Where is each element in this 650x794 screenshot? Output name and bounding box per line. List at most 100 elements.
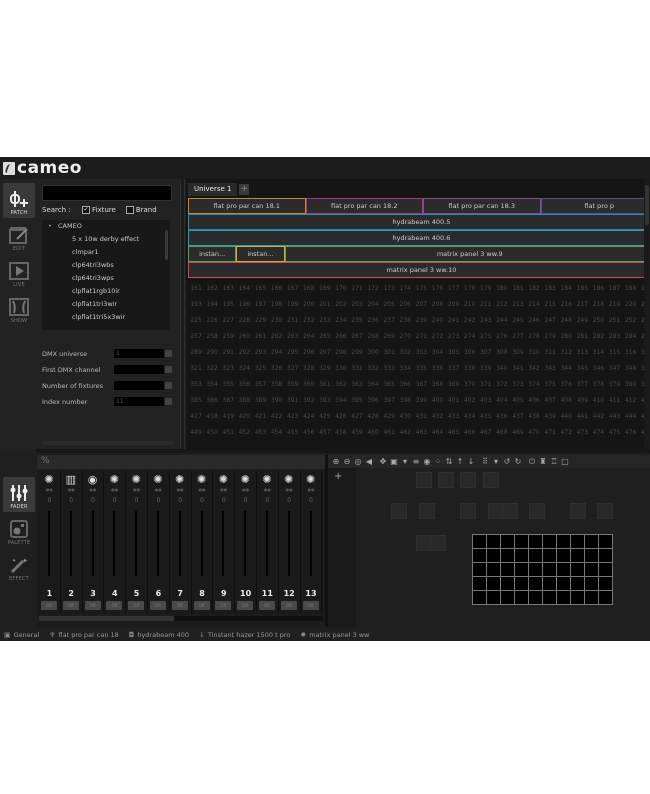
dmx-channel[interactable]: 450 [204, 425, 220, 441]
align-icon[interactable]: ⇅ [444, 457, 454, 467]
dmx-channel[interactable]: 354 [204, 377, 220, 393]
matrix-cell[interactable] [557, 577, 570, 590]
dmx-channel[interactable]: 237 [381, 313, 397, 329]
dmx-channel[interactable]: 358 [268, 377, 284, 393]
dmx-channel[interactable]: 451 [220, 425, 236, 441]
dmx-channel[interactable]: 465 [446, 425, 462, 441]
add-universe-button[interactable]: + [239, 184, 250, 195]
fader-slider[interactable] [200, 511, 203, 576]
matrix-cell[interactable] [599, 577, 612, 590]
fixture-block[interactable]: flat pro p [540, 198, 644, 214]
dmx-channel[interactable]: 268 [365, 329, 381, 345]
dmx-channel[interactable]: 370 [462, 377, 478, 393]
dmx-channel[interactable]: 203 [349, 297, 365, 313]
dmx-channel[interactable]: 455 [285, 425, 301, 441]
dmx-channel[interactable]: 376 [558, 377, 574, 393]
grid-icon[interactable]: ⠿ [480, 457, 490, 467]
dmx-channel[interactable]: 226 [204, 313, 220, 329]
dmx-channel[interactable]: 466 [462, 425, 478, 441]
circle-select-icon[interactable]: ◉ [422, 457, 432, 467]
off-button[interactable]: Off [62, 601, 79, 610]
dmx-channel[interactable]: 170 [333, 281, 349, 297]
stage-fixture[interactable] [419, 503, 435, 519]
off-button[interactable]: Off [149, 601, 166, 610]
dmx-channel[interactable]: 207 [413, 297, 429, 313]
dmx-channel[interactable]: 284 [623, 329, 639, 345]
dmx-channel[interactable]: 176 [429, 281, 445, 297]
matrix-cell[interactable] [487, 563, 500, 576]
dmx-channel[interactable]: 201 [317, 297, 333, 313]
dropdown2-icon[interactable]: ▾ [491, 457, 501, 467]
matrix-cell[interactable] [585, 535, 598, 548]
dmx-channel[interactable]: 440 [558, 409, 574, 425]
matrix-cell[interactable] [599, 549, 612, 562]
dmx-channel[interactable]: 386 [204, 393, 220, 409]
sidebar-item-effect[interactable]: ✦ ✦ EFFECT [3, 549, 35, 584]
dmx-channel[interactable]: 425 [317, 409, 333, 425]
off-button[interactable]: Off [84, 601, 101, 610]
dmx-channel[interactable]: 178 [462, 281, 478, 297]
dmx-channel[interactable]: 405 [510, 393, 526, 409]
dmx-channel[interactable]: 291 [220, 345, 236, 361]
dmx-channel[interactable]: 322 [204, 361, 220, 377]
dmx-channel[interactable]: 290 [204, 345, 220, 361]
dmx-channel[interactable]: 314 [590, 345, 606, 361]
list-icon[interactable]: ≡ [411, 457, 421, 467]
dmx-channel[interactable]: 398 [397, 393, 413, 409]
dmx-channel[interactable]: 315 [606, 345, 622, 361]
dmx-channel[interactable]: 339 [478, 361, 494, 377]
dmx-channel[interactable]: 459 [349, 425, 365, 441]
fixture-b-icon[interactable]: ♖ [549, 457, 559, 467]
off-button[interactable]: Off [302, 601, 319, 610]
dmx-channel[interactable]: 341 [510, 361, 526, 377]
dmx-channel[interactable]: 202 [333, 297, 349, 313]
matrix-cell[interactable] [473, 563, 486, 576]
dmx-channel[interactable]: 270 [397, 329, 413, 345]
dmx-channel[interactable]: 330 [333, 361, 349, 377]
off-button[interactable]: Off [237, 601, 254, 610]
dmx-channel[interactable]: 326 [268, 361, 284, 377]
matrix-cell[interactable] [557, 591, 570, 604]
dmx-channel[interactable]: 165 [252, 281, 268, 297]
dmx-channel[interactable]: 264 [301, 329, 317, 345]
matrix-cell[interactable] [487, 535, 500, 548]
matrix-cell[interactable] [571, 549, 584, 562]
dmx-channel[interactable]: 385 [188, 393, 204, 409]
dmx-channel[interactable]: 168 [301, 281, 317, 297]
percent-icon[interactable]: % [41, 456, 50, 466]
dmx-channel[interactable]: 449 [188, 425, 204, 441]
dmx-channel[interactable]: 187 [606, 281, 622, 297]
dmx-channel[interactable]: 469 [510, 425, 526, 441]
dmx-channel[interactable]: 162 [204, 281, 220, 297]
tree-item[interactable]: clp64tri3wps [42, 272, 170, 285]
matrix-cell[interactable] [529, 549, 542, 562]
dmx-channel[interactable]: 366 [397, 377, 413, 393]
dmx-channel[interactable]: 213 [510, 297, 526, 313]
dmx-channel[interactable]: 395 [349, 393, 365, 409]
dmx-channel[interactable]: 363 [349, 377, 365, 393]
dmx-channel[interactable]: 210 [462, 297, 478, 313]
dmx-channel[interactable]: 228 [236, 313, 252, 329]
dmx-channel[interactable]: 230 [268, 313, 284, 329]
matrix-cell[interactable] [571, 563, 584, 576]
dropdown-icon[interactable] [165, 382, 172, 389]
dmx-channel[interactable]: 361 [317, 377, 333, 393]
dmx-channel[interactable]: 205 [381, 297, 397, 313]
dmx-channel[interactable]: 275 [478, 329, 494, 345]
dmx-channel[interactable]: 378 [590, 377, 606, 393]
matrix-cell[interactable] [473, 549, 486, 562]
bottom-tab[interactable]: ◘ hydrabeam 400 [129, 631, 189, 639]
dmx-channel[interactable]: 279 [542, 329, 558, 345]
dmx-channel[interactable]: 428 [365, 409, 381, 425]
dmx-channel[interactable]: 438 [526, 409, 542, 425]
dmx-channel[interactable]: 304 [429, 345, 445, 361]
dmx-channel[interactable]: 436 [494, 409, 510, 425]
dmx-channel[interactable]: 316 [623, 345, 639, 361]
matrix-cell[interactable] [487, 591, 500, 604]
dmx-channel[interactable]: 235 [349, 313, 365, 329]
matrix-cell[interactable] [487, 549, 500, 562]
dmx-channel[interactable]: 180 [494, 281, 510, 297]
patch-scrollbar[interactable] [42, 441, 174, 445]
scatter-icon[interactable]: ⁘ [433, 457, 443, 467]
dmx-channel[interactable]: 188 [623, 281, 639, 297]
